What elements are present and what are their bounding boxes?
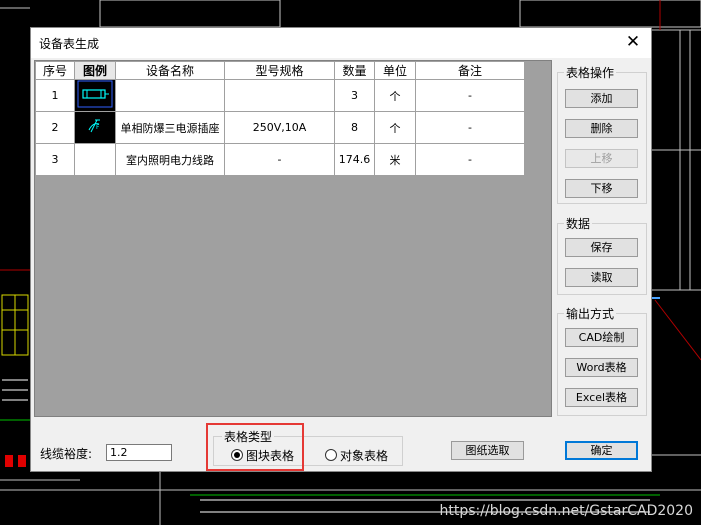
- cell-seq[interactable]: 2: [35, 111, 75, 144]
- load-button[interactable]: 读取: [565, 268, 638, 287]
- cable-margin-input[interactable]: 1.2: [106, 444, 172, 461]
- dialog-titlebar: 设备表生成 ✕: [31, 28, 651, 58]
- table-row[interactable]: 3 室内照明电力线路 - 174.6 米 -: [35, 143, 525, 176]
- cell-device-name[interactable]: 单相防爆三电源插座: [115, 111, 225, 144]
- header-seq[interactable]: 序号: [35, 61, 75, 80]
- cell-device-name[interactable]: [115, 79, 225, 112]
- block-table-radio[interactable]: [231, 449, 243, 461]
- ok-button[interactable]: 确定: [565, 441, 638, 460]
- svg-text:F: F: [96, 124, 100, 131]
- word-table-button[interactable]: Word表格: [565, 358, 638, 377]
- object-table-label[interactable]: 对象表格: [340, 447, 388, 464]
- save-button[interactable]: 保存: [565, 238, 638, 257]
- cable-margin-label: 线缆裕度:: [40, 447, 93, 461]
- cell-quantity[interactable]: 8: [334, 111, 375, 144]
- equipment-table-area[interactable]: 序号 图例 设备名称 型号规格 数量 单位 备注 1 3 个 - 2 F 单相防…: [34, 60, 552, 417]
- table-ops-label: 表格操作: [564, 64, 617, 81]
- cell-note[interactable]: -: [415, 143, 525, 176]
- object-table-radio[interactable]: [325, 449, 337, 461]
- equipment-table[interactable]: 序号 图例 设备名称 型号规格 数量 单位 备注 1 3 个 - 2 F 单相防…: [35, 61, 525, 176]
- cad-draw-button[interactable]: CAD绘制: [565, 328, 638, 347]
- cell-seq[interactable]: 1: [35, 79, 75, 112]
- header-device-name[interactable]: 设备名称: [115, 61, 225, 80]
- add-row-button[interactable]: 添加: [565, 89, 638, 108]
- output-group-label: 输出方式: [564, 305, 617, 322]
- cell-unit[interactable]: 个: [374, 79, 416, 112]
- drawing-select-button[interactable]: 图纸选取: [451, 441, 524, 460]
- cell-model-spec[interactable]: [224, 79, 335, 112]
- block-table-label[interactable]: 图块表格: [246, 447, 294, 464]
- cell-legend[interactable]: [74, 143, 116, 176]
- table-row[interactable]: 1 3 个 -: [35, 79, 525, 112]
- cell-seq[interactable]: 3: [35, 143, 75, 176]
- data-group-label: 数据: [564, 215, 593, 232]
- cell-device-name[interactable]: 室内照明电力线路: [115, 143, 225, 176]
- lighting-symbol-icon: [77, 80, 113, 108]
- header-model-spec[interactable]: 型号规格: [224, 61, 335, 80]
- table-row[interactable]: 2 F 单相防爆三电源插座 250V,10A 8 个 -: [35, 111, 525, 144]
- move-up-button[interactable]: 上移: [565, 149, 638, 168]
- table-header-row: 序号 图例 设备名称 型号规格 数量 单位 备注: [35, 61, 525, 80]
- cell-model-spec[interactable]: 250V,10A: [224, 111, 335, 144]
- header-quantity[interactable]: 数量: [334, 61, 375, 80]
- cell-legend[interactable]: F: [74, 111, 116, 144]
- cell-unit[interactable]: 个: [374, 111, 416, 144]
- cell-quantity[interactable]: 174.6: [334, 143, 375, 176]
- cell-unit[interactable]: 米: [374, 143, 416, 176]
- table-type-label: 表格类型: [222, 428, 275, 445]
- cell-quantity[interactable]: 3: [334, 79, 375, 112]
- dialog-title: 设备表生成: [39, 37, 100, 51]
- delete-row-button[interactable]: 删除: [565, 119, 638, 138]
- equipment-table-dialog: 设备表生成 ✕ 序号 图例 设备名称 型号规格 数量 单位 备注 1 3 个 -…: [30, 27, 652, 472]
- header-note[interactable]: 备注: [415, 61, 525, 80]
- move-down-button[interactable]: 下移: [565, 179, 638, 198]
- header-legend[interactable]: 图例: [74, 61, 116, 80]
- cell-legend[interactable]: [74, 79, 116, 112]
- cell-note[interactable]: -: [415, 79, 525, 112]
- header-unit[interactable]: 单位: [374, 61, 416, 80]
- watermark: https://blog.csdn.net/GstarCAD2020: [439, 503, 693, 519]
- close-icon[interactable]: ✕: [621, 31, 645, 53]
- socket-symbol-icon: F: [88, 119, 100, 133]
- excel-table-button[interactable]: Excel表格: [565, 388, 638, 407]
- cell-note[interactable]: -: [415, 111, 525, 144]
- cell-model-spec[interactable]: -: [224, 143, 335, 176]
